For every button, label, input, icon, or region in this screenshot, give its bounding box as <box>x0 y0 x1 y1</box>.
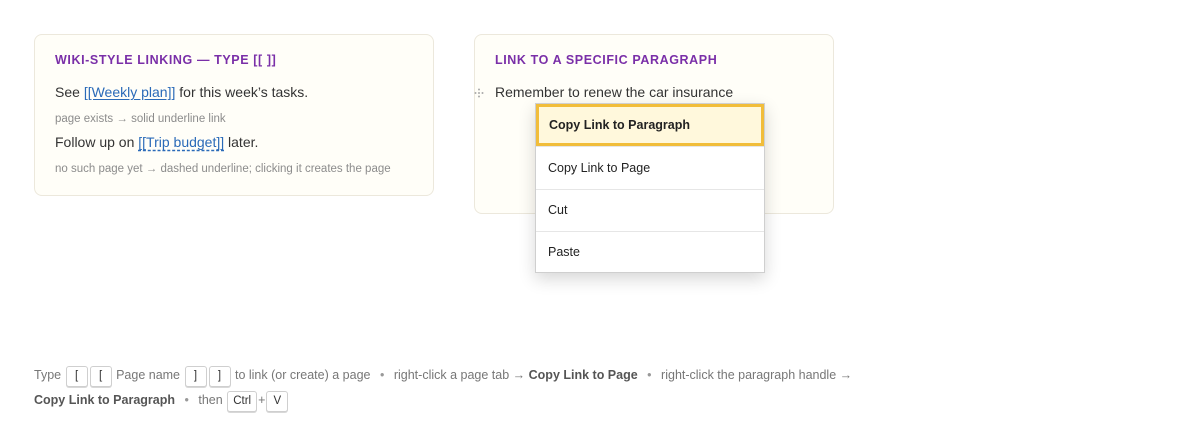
wiki-line-2-prefix: Follow up on <box>55 134 139 150</box>
paragraph-text: Remember to renew the car insurance <box>495 84 734 100</box>
footer-right-click-para: right-click the paragraph handle → <box>661 368 853 382</box>
wiki-hint-1: page exists → solid underline link <box>55 113 226 125</box>
trip-budget-link[interactable]: [[Trip budget]] <box>138 134 224 150</box>
footer-to-link: to link (or create) a page <box>234 368 371 382</box>
footer-copy-link-paragraph: Copy Link to Paragraph <box>34 393 175 407</box>
key-close-bracket: ] <box>208 366 231 387</box>
wiki-linking-card: WIKI-STYLE LINKING — TYPE [[ ]] See [[We… <box>34 34 434 196</box>
weekly-plan-link[interactable]: [[Weekly plan]] <box>84 84 176 100</box>
footer-plus: + <box>258 393 266 407</box>
paragraph-card-title: LINK TO A SPECIFIC PARAGRAPH <box>495 53 718 67</box>
footer-page-name: Page name <box>116 368 181 382</box>
key-ctrl: Ctrl <box>227 391 258 412</box>
wiki-card-title: WIKI-STYLE LINKING — TYPE [[ ]] <box>55 53 277 67</box>
footer-separator: • <box>184 393 189 407</box>
key-close-bracket: ] <box>184 366 207 387</box>
context-menu: Copy Link to Paragraph Copy Link to Page… <box>535 103 765 273</box>
key-open-bracket: [ <box>65 366 88 387</box>
wiki-line-2-suffix: later. <box>224 134 259 150</box>
wiki-line-1-prefix: See <box>55 84 84 100</box>
footer-then: then <box>198 393 223 407</box>
footer-line-1: Type [[ Page name ]] to link (or create)… <box>34 366 852 387</box>
menu-item-copy-link-page[interactable]: Copy Link to Page <box>536 147 764 189</box>
footer-right-click-tab: right-click a page tab → <box>393 368 526 382</box>
key-v: V <box>266 391 289 412</box>
menu-item-cut[interactable]: Cut <box>536 189 764 231</box>
footer-copy-link-page: Copy Link to Page <box>528 368 638 382</box>
wiki-hint-2: no such page yet → dashed underline; cli… <box>55 163 391 175</box>
key-open-bracket: [ <box>89 366 112 387</box>
wiki-line-1-suffix: for this week’s tasks. <box>175 84 309 100</box>
footer-separator: • <box>647 368 652 382</box>
footer-type: Type <box>34 368 62 382</box>
wiki-line-1: See [[Weekly plan]] for this week’s task… <box>55 84 308 100</box>
drag-handle-icon[interactable] <box>474 88 484 98</box>
footer-line-2: Copy Link to Paragraph • then Ctrl + V <box>34 391 289 412</box>
footer-separator: • <box>379 368 385 382</box>
menu-item-copy-link-paragraph[interactable]: Copy Link to Paragraph <box>536 104 764 146</box>
menu-item-paste[interactable]: Paste <box>536 231 764 273</box>
wiki-line-2: Follow up on [[Trip budget]] later. <box>55 134 258 150</box>
